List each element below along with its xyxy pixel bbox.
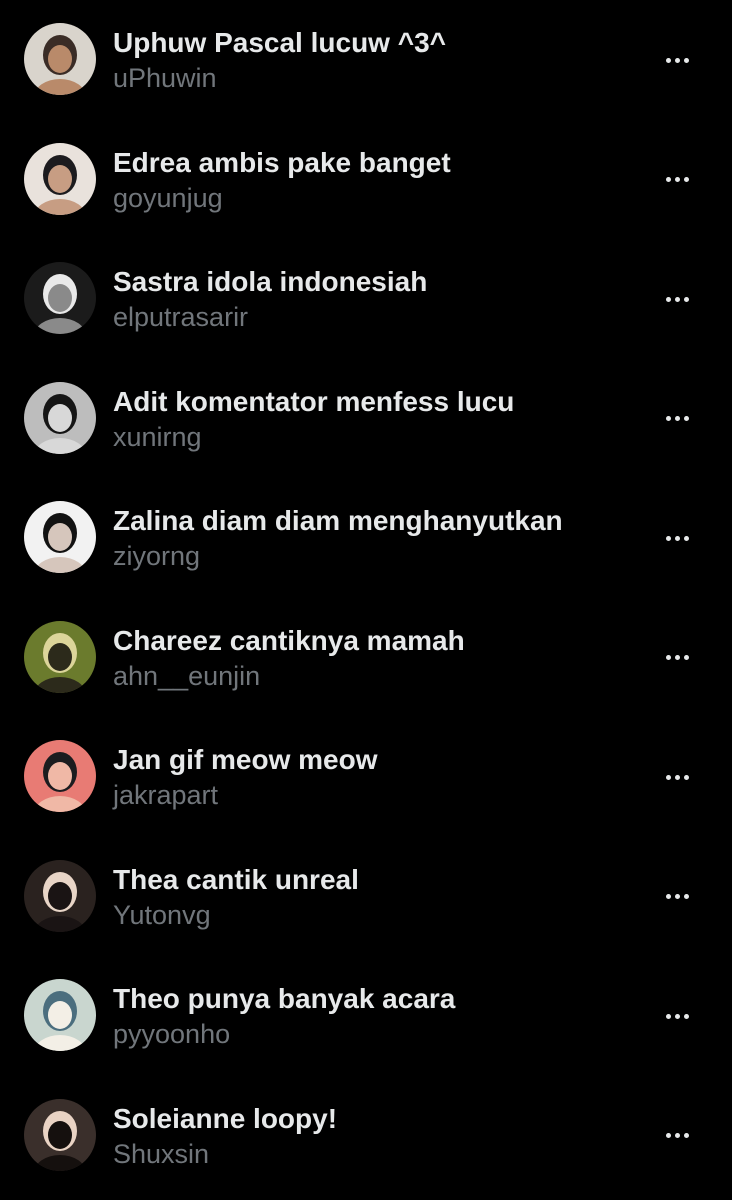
- dot: [665, 894, 671, 899]
- avatar[interactable]: [24, 501, 96, 573]
- more-options-button[interactable]: [652, 160, 702, 200]
- dot: [683, 774, 689, 780]
- display-name[interactable]: Chareez cantiknya mamah: [113, 624, 465, 658]
- username-handle[interactable]: goyunjug: [113, 181, 223, 215]
- more-horizontal-icon: [665, 655, 689, 660]
- avatar[interactable]: [24, 142, 96, 215]
- more-horizontal-icon: [665, 894, 689, 899]
- username-handle[interactable]: jakrapart: [113, 778, 218, 812]
- dot: [674, 774, 680, 780]
- more-options-button[interactable]: [652, 638, 702, 678]
- dot: [674, 1013, 680, 1019]
- username-handle[interactable]: uPhuwin: [113, 61, 217, 95]
- dot: [683, 177, 689, 182]
- more-options-button[interactable]: [652, 279, 702, 319]
- dot: [665, 1013, 671, 1019]
- display-name[interactable]: Soleianne loopy!: [113, 1102, 337, 1136]
- display-name[interactable]: Sastra idola indonesiah: [113, 265, 427, 299]
- username-handle[interactable]: elputrasarir: [113, 300, 248, 334]
- dot: [674, 296, 680, 302]
- account-list: Uphuw Pascal lucuw ^3^ uPhuwin Edrea ambis…: [0, 0, 732, 1200]
- more-horizontal-icon: [665, 296, 689, 302]
- account-row[interactable]: Uphuw Pascal lucuw ^3^ uPhuwin: [0, 0, 732, 120]
- account-row[interactable]: Sastra idola indonesiah elputrasarir: [0, 239, 732, 359]
- dot: [683, 1133, 689, 1138]
- username-handle[interactable]: Shuxsin: [113, 1137, 209, 1171]
- more-horizontal-icon: [665, 1133, 689, 1138]
- username-handle[interactable]: ziyorng: [113, 539, 200, 573]
- username-handle[interactable]: pyyoonho: [113, 1017, 230, 1051]
- username-handle[interactable]: Yutonvg: [113, 898, 211, 932]
- display-name[interactable]: Adit komentator menfess lucu: [113, 385, 514, 419]
- account-row[interactable]: Chareez cantiknya mamah ahn__eunjin: [0, 598, 732, 718]
- more-horizontal-icon: [665, 416, 689, 421]
- account-row[interactable]: Zalina diam diam menghanyutkan ziyorng: [0, 478, 732, 598]
- avatar[interactable]: [24, 23, 96, 95]
- more-horizontal-icon: [665, 177, 689, 182]
- dot: [683, 416, 689, 421]
- dot: [665, 774, 671, 780]
- account-row[interactable]: Thea cantik unreal Yutonvg: [0, 837, 732, 957]
- dot: [683, 1013, 689, 1019]
- dot: [665, 655, 671, 660]
- more-horizontal-icon: [665, 1013, 689, 1019]
- avatar[interactable]: [24, 381, 96, 454]
- dot: [674, 57, 680, 63]
- avatar[interactable]: [24, 620, 96, 693]
- dot: [665, 535, 671, 541]
- display-name[interactable]: Uphuw Pascal lucuw ^3^: [113, 26, 446, 60]
- username-handle[interactable]: xunirng: [113, 420, 202, 454]
- display-name[interactable]: Edrea ambis pake banget: [113, 146, 451, 180]
- dot: [674, 655, 680, 660]
- more-options-button[interactable]: [652, 518, 702, 558]
- dot: [683, 535, 689, 541]
- username-handle[interactable]: ahn__eunjin: [113, 659, 260, 693]
- dot: [665, 177, 671, 182]
- dot: [665, 296, 671, 302]
- dot: [674, 177, 680, 182]
- more-options-button[interactable]: [652, 996, 702, 1036]
- dot: [683, 57, 689, 63]
- avatar[interactable]: [24, 1098, 96, 1171]
- dot: [665, 1133, 671, 1138]
- account-row[interactable]: Theo punya banyak acara pyyoonho: [0, 956, 732, 1076]
- dot: [683, 894, 689, 899]
- avatar[interactable]: [24, 740, 96, 812]
- display-name[interactable]: Theo punya banyak acara: [113, 982, 455, 1016]
- avatar[interactable]: [24, 979, 96, 1051]
- display-name[interactable]: Zalina diam diam menghanyutkan: [113, 504, 563, 538]
- display-name[interactable]: Jan gif meow meow: [113, 743, 378, 777]
- more-options-button[interactable]: [652, 399, 702, 439]
- dot: [665, 57, 671, 63]
- account-row[interactable]: Jan gif meow meow jakrapart: [0, 717, 732, 837]
- display-name[interactable]: Thea cantik unreal: [113, 863, 359, 897]
- more-options-button[interactable]: [652, 40, 702, 80]
- dot: [674, 1133, 680, 1138]
- avatar[interactable]: [24, 859, 96, 932]
- more-options-button[interactable]: [652, 757, 702, 797]
- more-options-button[interactable]: [652, 1116, 702, 1156]
- account-row[interactable]: Adit komentator menfess lucu xunirng: [0, 359, 732, 479]
- more-horizontal-icon: [665, 774, 689, 780]
- dot: [674, 535, 680, 541]
- dot: [665, 416, 671, 421]
- avatar[interactable]: [24, 262, 96, 334]
- more-horizontal-icon: [665, 535, 689, 541]
- more-options-button[interactable]: [652, 877, 702, 917]
- dot: [683, 296, 689, 302]
- dot: [683, 655, 689, 660]
- dot: [674, 416, 680, 421]
- account-row[interactable]: Edrea ambis pake banget goyunjug: [0, 120, 732, 240]
- dot: [674, 894, 680, 899]
- account-row[interactable]: Soleianne loopy! Shuxsin: [0, 1076, 732, 1196]
- more-horizontal-icon: [665, 57, 689, 63]
